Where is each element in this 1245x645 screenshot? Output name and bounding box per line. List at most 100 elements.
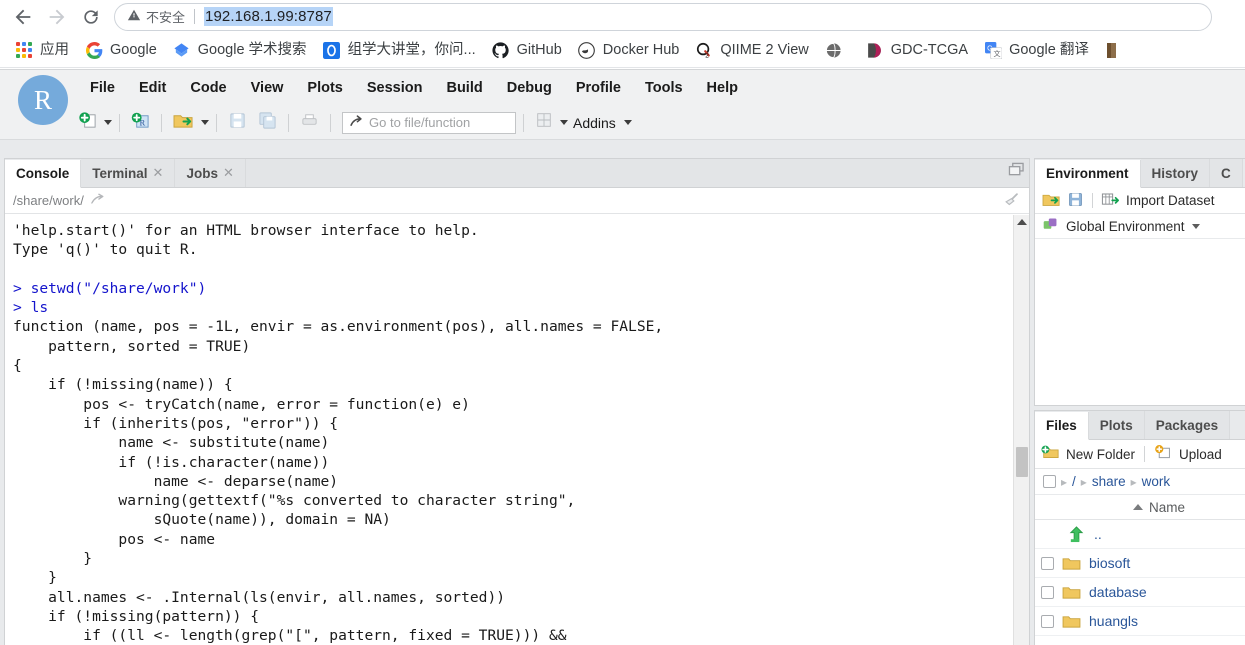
chevron-down-icon[interactable] — [1191, 223, 1200, 229]
panes-layout-icon — [535, 111, 553, 134]
menu-session[interactable]: Session — [355, 77, 435, 100]
environment-pane: Environment History C Import Dataset Glo… — [1034, 158, 1245, 406]
gdc-tcga-icon — [866, 41, 884, 59]
environment-tabstrip: Environment History C — [1035, 159, 1245, 188]
qiime2-icon: 2 — [695, 41, 713, 59]
menu-plots[interactable]: Plots — [295, 77, 354, 100]
panes-layout-button[interactable] — [531, 109, 557, 136]
menu-help[interactable]: Help — [695, 77, 750, 100]
row-checkbox[interactable] — [1041, 585, 1054, 599]
save-all-button[interactable] — [254, 109, 281, 137]
tab-environment[interactable]: Environment — [1035, 160, 1141, 188]
upload-label[interactable]: Upload — [1179, 447, 1222, 462]
restore-pane-icon[interactable] — [1008, 162, 1025, 182]
menu-edit[interactable]: Edit — [127, 77, 178, 100]
open-folder-icon — [173, 111, 194, 135]
row-checkbox[interactable] — [1041, 614, 1054, 628]
forward-button[interactable] — [40, 2, 74, 32]
tab-packages[interactable]: Packages — [1144, 411, 1231, 439]
tab-plots[interactable]: Plots — [1088, 411, 1145, 439]
list-item[interactable]: .. — [1035, 520, 1245, 549]
bookmark-globe[interactable] — [818, 37, 857, 63]
print-button[interactable] — [296, 109, 323, 137]
console-line: if (!is.character(name)) — [13, 453, 330, 471]
console-line: if (!missing(pattern)) { — [13, 607, 260, 625]
menu-view[interactable]: View — [239, 77, 296, 100]
addins-caret-icon[interactable] — [623, 120, 632, 125]
load-workspace-icon[interactable] — [1042, 191, 1061, 211]
tab-files[interactable]: Files — [1035, 412, 1089, 440]
list-item[interactable]: database — [1035, 578, 1245, 607]
open-file-button[interactable] — [169, 109, 198, 137]
url-text[interactable]: 192.168.1.99:8787 — [204, 7, 333, 26]
breadcrumb-share[interactable]: share — [1092, 474, 1126, 489]
tab-console[interactable]: Console — [5, 160, 82, 188]
bookmark-qiime2-view[interactable]: 2 QIIME 2 View — [688, 37, 815, 63]
console-line: name <- substitute(name) — [13, 434, 330, 452]
open-in-new-window-icon[interactable] — [91, 193, 105, 209]
menu-code[interactable]: Code — [178, 77, 238, 100]
up-folder-icon — [1067, 525, 1086, 543]
new-file-caret-icon[interactable] — [104, 120, 112, 125]
bookmark-overflow[interactable] — [1098, 37, 1130, 63]
scrollbar-thumb[interactable] — [1016, 447, 1028, 477]
row-checkbox[interactable] — [1041, 556, 1054, 570]
open-file-caret-icon[interactable] — [201, 120, 209, 125]
tab-connections[interactable]: C — [1210, 159, 1243, 187]
bookmark-google-translate[interactable]: G 文 Google 翻译 — [977, 37, 1096, 63]
breadcrumb-work[interactable]: work — [1142, 474, 1171, 489]
reload-button[interactable] — [74, 2, 108, 32]
goto-file-function-input[interactable]: Go to file/function — [342, 111, 516, 134]
bookmark-gdc-tcga[interactable]: GDC-TCGA — [859, 37, 975, 63]
bookmark-docker-hub[interactable]: Docker Hub — [571, 37, 687, 63]
console-output-area[interactable]: 'help.start()' for an HTML browser inter… — [5, 215, 1029, 645]
scroll-up-arrow-icon[interactable] — [1017, 219, 1027, 225]
list-item[interactable]: huangls — [1035, 607, 1245, 636]
close-icon[interactable]: ✕ — [223, 165, 234, 181]
menu-build[interactable]: Build — [434, 77, 494, 100]
select-all-checkbox[interactable] — [1043, 475, 1056, 488]
import-dataset-label[interactable]: Import Dataset — [1126, 193, 1215, 208]
forward-arrow-icon — [46, 6, 68, 28]
upload-icon[interactable] — [1154, 444, 1173, 464]
close-icon[interactable]: ✕ — [153, 165, 164, 181]
console-scrollbar[interactable] — [1013, 215, 1029, 645]
tabstrip-filler — [245, 159, 1029, 187]
import-dataset-icon[interactable] — [1101, 191, 1120, 211]
tab-jobs[interactable]: Jobs ✕ — [175, 159, 246, 187]
security-indicator[interactable]: 不安全 — [127, 7, 185, 26]
breadcrumb-root[interactable]: / — [1072, 474, 1076, 489]
files-breadcrumb: ▸ / ▸ share ▸ work — [1035, 469, 1245, 495]
menu-debug[interactable]: Debug — [495, 77, 564, 100]
list-item[interactable]: biosoft — [1035, 549, 1245, 578]
environment-scope-selector[interactable]: Global Environment — [1035, 214, 1245, 239]
new-project-button[interactable]: R — [127, 109, 154, 137]
address-bar[interactable]: 不安全 192.168.1.99:8787 — [114, 2, 1212, 31]
menu-file[interactable]: File — [78, 77, 127, 100]
console-line: { — [13, 357, 22, 375]
save-button[interactable] — [224, 109, 251, 137]
tab-terminal[interactable]: Terminal ✕ — [81, 159, 176, 187]
tab-history[interactable]: History — [1140, 159, 1211, 187]
environment-empty-area — [1035, 239, 1245, 399]
bookmark-apps[interactable]: 应用 — [8, 37, 76, 63]
new-file-button[interactable] — [74, 109, 101, 137]
back-button[interactable] — [6, 2, 40, 32]
panes-layout-caret-icon[interactable] — [560, 120, 568, 125]
column-name[interactable]: Name — [1133, 500, 1185, 515]
bookmark-google-scholar[interactable]: Google 学术搜索 — [166, 37, 314, 63]
save-workspace-icon[interactable] — [1067, 191, 1084, 211]
menu-profile[interactable]: Profile — [564, 77, 633, 100]
bookmark-google[interactable]: Google — [78, 37, 164, 63]
apps-grid-icon — [15, 41, 33, 59]
new-folder-label[interactable]: New Folder — [1066, 447, 1135, 462]
new-folder-icon[interactable] — [1041, 444, 1060, 464]
tab-label: Terminal — [92, 165, 148, 181]
bookmark-github[interactable]: GitHub — [485, 37, 569, 63]
menu-tools[interactable]: Tools — [633, 77, 695, 100]
addins-button[interactable]: Addins — [573, 115, 616, 131]
bookmark-omics-lecture[interactable]: 组学大讲堂，你问... — [316, 37, 483, 63]
rstudio-toolbar: R Go to file/function Addins — [0, 106, 1245, 140]
broom-clear-icon[interactable] — [1003, 191, 1021, 212]
svg-text:2: 2 — [705, 52, 709, 58]
